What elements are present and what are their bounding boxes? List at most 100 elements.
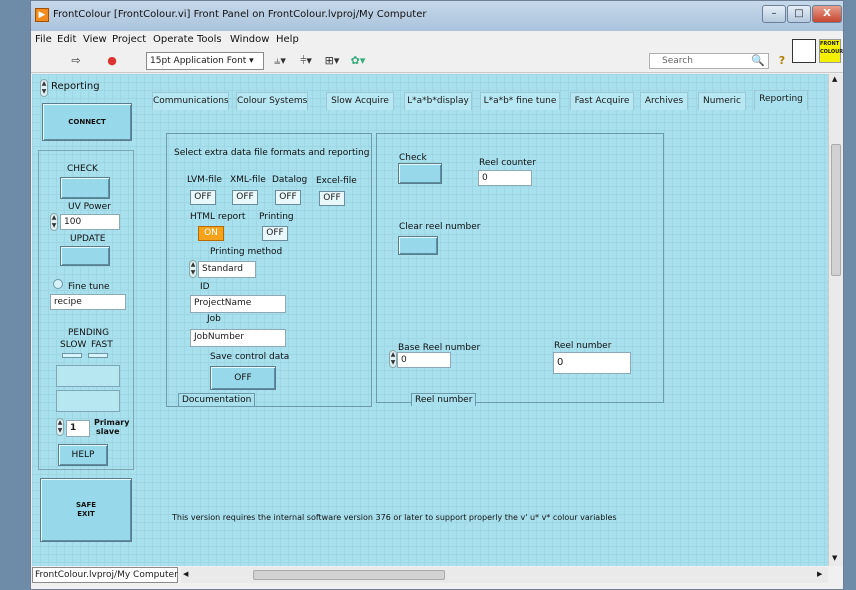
resize-objects-icon[interactable]: ⊞▾ xyxy=(321,53,343,69)
minimize-button[interactable]: – xyxy=(762,5,786,23)
align-objects-icon[interactable]: ⫨▾ xyxy=(269,53,291,69)
base-reel-number-field[interactable]: 0 xyxy=(397,352,451,368)
lvm-file-toggle[interactable]: OFF xyxy=(190,190,216,205)
scroll-left-icon[interactable]: ◀ xyxy=(183,570,188,578)
save-control-data-button[interactable]: OFF xyxy=(210,366,276,390)
menu-file[interactable]: File xyxy=(35,34,52,45)
fine-tune-label: Fine tune xyxy=(68,282,110,292)
menu-edit[interactable]: Edit xyxy=(57,34,76,45)
uv-power-field[interactable]: 100 xyxy=(60,214,120,230)
check-reel-button[interactable] xyxy=(398,163,442,184)
menu-view[interactable]: View xyxy=(83,34,107,45)
primary-label: Primary xyxy=(94,418,130,427)
reel-number-label: Reel number xyxy=(554,341,612,351)
front-panel: ▲ ▼ Reporting CONNECT CHECK UV Power ▲ ▼ 1… xyxy=(32,74,828,566)
html-report-toggle[interactable]: ON xyxy=(198,226,224,241)
help-button[interactable]: HELP xyxy=(58,444,108,466)
pending-display-2 xyxy=(56,390,120,412)
tab-communications[interactable]: Communications xyxy=(152,92,229,110)
reorder-icon[interactable]: ✿▾ xyxy=(347,53,369,69)
vertical-scrollbar[interactable]: ▲ ▼ xyxy=(828,74,843,566)
distribute-objects-icon[interactable]: ⫩▾ xyxy=(295,53,317,69)
clear-reel-button[interactable] xyxy=(398,236,438,255)
uv-power-label: UV Power xyxy=(68,202,111,212)
safe-exit-button[interactable]: SAFE EXIT xyxy=(40,478,132,542)
check-label: CHECK xyxy=(67,164,98,174)
datalog-toggle[interactable]: OFF xyxy=(275,190,301,205)
job-label: Job xyxy=(207,314,221,324)
datalog-label: Datalog xyxy=(272,175,308,185)
fast-indicator xyxy=(88,353,108,358)
horizontal-scroll-thumb[interactable] xyxy=(253,570,445,580)
labview-window: ▶ FrontColour [FrontColour.vi] Front Pan… xyxy=(30,0,844,590)
font-select-value: 15pt Application Font xyxy=(150,56,247,66)
scroll-down-icon[interactable]: ▼ xyxy=(832,554,837,562)
tab-lab-fine-tune[interactable]: L*a*b* fine tune xyxy=(480,92,560,110)
reel-number-field: 0 xyxy=(553,352,631,374)
update-button[interactable] xyxy=(60,246,110,266)
documentation-caption: Documentation xyxy=(178,393,256,406)
check-button[interactable] xyxy=(60,177,110,199)
search-icon[interactable]: 🔍 xyxy=(751,53,765,69)
save-control-data-label: Save control data xyxy=(210,352,290,362)
id-field[interactable]: ProjectName xyxy=(190,295,286,313)
base-reel-stepper[interactable]: ▲ ▼ xyxy=(389,350,397,368)
clear-reel-label: Clear reel number xyxy=(399,222,481,232)
font-select[interactable]: 15pt Application Font ▾ xyxy=(146,52,264,70)
tab-numeric[interactable]: Numeric xyxy=(698,92,746,110)
scroll-right-icon[interactable]: ▶ xyxy=(817,570,822,578)
horizontal-scrollbar[interactable]: ◀ ▶ xyxy=(181,567,828,583)
menu-operate[interactable]: Operate xyxy=(153,34,194,45)
slave-label: slave xyxy=(96,427,120,436)
primary-stepper[interactable]: ▲ ▼ xyxy=(56,418,64,436)
scroll-up-icon[interactable]: ▲ xyxy=(832,75,837,83)
pending-display-1 xyxy=(56,365,120,387)
fine-tune-led-icon[interactable] xyxy=(53,279,63,289)
tab-archives[interactable]: Archives xyxy=(640,92,688,110)
printing-toggle[interactable]: OFF xyxy=(262,226,288,241)
html-report-label: HTML report xyxy=(190,212,246,222)
printing-method-stepper[interactable]: ▲ ▼ xyxy=(189,260,197,278)
update-label: UPDATE xyxy=(70,234,106,244)
labview-app-icon: ▶ xyxy=(35,8,49,22)
version-note: This version requires the internal softw… xyxy=(172,513,617,522)
tab-lab-display[interactable]: L*a*b*display xyxy=(404,92,472,110)
printing-method-label: Printing method xyxy=(210,247,283,257)
connect-button[interactable]: CONNECT xyxy=(42,103,132,141)
safe-exit-line-1: SAFE xyxy=(75,501,97,509)
slow-label: SLOW xyxy=(60,340,87,350)
abort-icon[interactable]: ● xyxy=(105,53,119,69)
job-field[interactable]: JobNumber xyxy=(190,329,286,347)
project-path-status: FrontColour.lvproj/My Computer xyxy=(32,567,178,583)
tab-reporting[interactable]: Reporting xyxy=(754,90,808,110)
id-label: ID xyxy=(200,282,210,292)
printing-method-field[interactable]: Standard xyxy=(198,261,256,278)
reel-number-caption: Reel number xyxy=(411,393,477,406)
excel-file-label: Excel-file xyxy=(316,176,357,186)
menu-tools[interactable]: Tools xyxy=(197,34,222,45)
check-reel-label: Check xyxy=(399,153,427,163)
menu-window[interactable]: Window xyxy=(230,34,269,45)
reporting-heading: Select extra data file formats and repor… xyxy=(174,148,370,158)
xml-file-toggle[interactable]: OFF xyxy=(232,190,258,205)
page-selector-stepper[interactable]: ▲ ▼ xyxy=(40,79,48,97)
safe-exit-line-2: EXIT xyxy=(77,510,95,518)
vertical-scroll-thumb[interactable] xyxy=(831,144,841,276)
tab-colour-systems[interactable]: Colour Systems xyxy=(236,92,308,110)
pending-label: PENDING xyxy=(68,328,110,338)
excel-file-toggle[interactable]: OFF xyxy=(319,191,345,206)
close-button[interactable]: X xyxy=(812,5,842,23)
tab-slow-acquire[interactable]: Slow Acquire xyxy=(326,92,394,110)
primary-slave-field[interactable]: 1 xyxy=(66,420,90,437)
menu-help[interactable]: Help xyxy=(276,34,299,45)
uv-power-stepper[interactable]: ▲ ▼ xyxy=(50,213,58,231)
fast-label: FAST xyxy=(91,340,113,350)
menu-project[interactable]: Project xyxy=(112,34,146,45)
run-arrow-icon[interactable]: ⇨ xyxy=(69,53,83,69)
page-selector-value[interactable]: Reporting xyxy=(51,81,100,92)
maximize-button[interactable]: □ xyxy=(787,5,811,23)
help-icon[interactable]: ? xyxy=(775,53,789,69)
slow-indicator xyxy=(62,353,82,358)
tab-fast-acquire[interactable]: Fast Acquire xyxy=(570,92,634,110)
recipe-field[interactable]: recipe xyxy=(50,294,126,310)
